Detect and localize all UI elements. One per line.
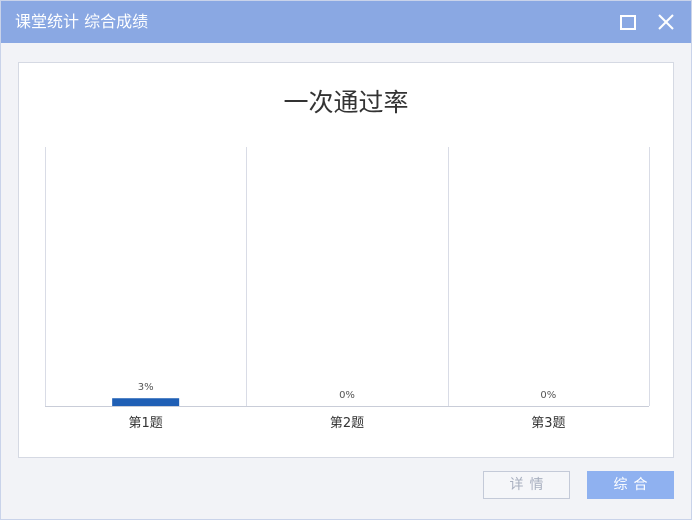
category-label: 第2题 <box>330 416 364 431</box>
data-label: 0% <box>339 390 355 401</box>
data-label: 3% <box>138 382 154 393</box>
detail-button[interactable]: 详情 <box>483 471 570 499</box>
title-bar[interactable]: 课堂统计 综合成绩 <box>1 1 691 43</box>
summary-button[interactable]: 综合 <box>587 471 674 499</box>
bar <box>112 398 180 406</box>
maximize-icon <box>620 15 636 30</box>
category-label: 第1题 <box>129 416 163 431</box>
data-label: 0% <box>540 390 556 401</box>
bar-chart: 3% 第1题 0% 第2题 0% 第3题 <box>45 147 650 431</box>
close-icon <box>658 14 674 30</box>
window-title: 课堂统计 综合成绩 <box>15 12 149 31</box>
category-label: 第3题 <box>531 416 565 431</box>
close-button[interactable] <box>653 9 679 35</box>
chart-panel: 一次通过率 3% 第1题 0% 第2题 0% 第3题 <box>18 62 674 458</box>
dialog-window: 课堂统计 综合成绩 一次通过率 3% 第1题 0% 第2题 0% 第3题 详情 综合 <box>0 0 692 520</box>
maximize-button[interactable] <box>615 9 641 35</box>
